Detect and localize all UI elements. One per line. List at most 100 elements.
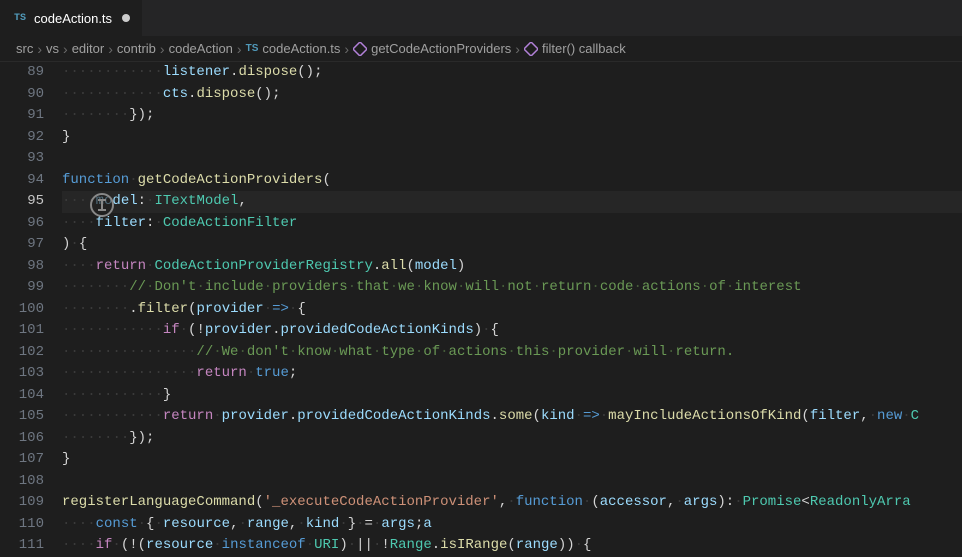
token-var: listener [163,64,230,80]
code-line[interactable]: ········}); [62,428,962,450]
token-fn: registerLanguageCommand [62,494,255,510]
code-line[interactable]: ····if·(!(resource·instanceof·URI)·||·!R… [62,535,962,554]
tab-filename: codeAction.ts [34,11,112,26]
breadcrumb-item[interactable]: vs [46,41,59,56]
code-line[interactable]: ············return·provider.providedCode… [62,406,962,428]
breadcrumb-item[interactable]: getCodeActionProviders [353,41,511,56]
breadcrumb-item[interactable]: editor [72,41,105,56]
token-ws: ···· [62,516,96,532]
token-ws: ················ [62,344,196,360]
token-var: providedCodeActionKinds [280,322,473,338]
token-fn: getCodeActionProviders [138,172,323,188]
token-p: ( [533,408,541,424]
code-line[interactable]: ············cts.dispose(); [62,84,962,106]
line-number: 92 [0,127,44,149]
code-line[interactable]: ················return·true; [62,363,962,385]
token-p: ,· [230,516,247,532]
breadcrumb-label: codeAction [169,41,233,56]
token-p: } [62,129,70,145]
code-line[interactable] [62,471,962,493]
modified-indicator-icon [122,14,130,22]
token-p: ,· [289,516,306,532]
code-line[interactable]: ····return·CodeActionProviderRegistry.al… [62,256,962,278]
token-kw: ·instanceof· [213,537,314,553]
token-ws: ················ [62,365,196,381]
token-p: ( [801,408,809,424]
line-number: 95 [0,191,44,213]
code-line[interactable]: registerLanguageCommand('_executeCodeAct… [62,492,962,514]
line-number: 104 [0,385,44,407]
line-number: 106 [0,428,44,450]
token-type: Range [390,537,432,553]
token-type: ITextModel [154,193,238,209]
code-line[interactable]: ····filter:·CodeActionFilter [62,213,962,235]
chevron-right-icon: › [37,41,42,57]
code-line[interactable]: function·getCodeActionProviders( [62,170,962,192]
line-number: 91 [0,105,44,127]
token-kw: new· [877,408,911,424]
code-line[interactable]: ············if·(!provider.providedCodeAc… [62,320,962,342]
token-type: URI [314,537,339,553]
token-p: , [238,193,246,209]
token-ctrl: if· [163,322,188,338]
token-p: ·}·=· [339,516,381,532]
tab-bar: TS codeAction.ts [0,0,962,36]
token-p: (! [188,322,205,338]
code-line[interactable]: } [62,127,962,149]
token-p: ············} [62,387,171,403]
token-type: Promise [743,494,802,510]
token-fn: dispose [238,64,297,80]
token-var: kind [306,516,340,532]
line-number: 97 [0,234,44,256]
code-line[interactable]: ········}); [62,105,962,127]
code-line[interactable]: )·{ [62,234,962,256]
breadcrumb-item[interactable]: codeAction [169,41,233,56]
code-line[interactable]: ············listener.dispose(); [62,62,962,84]
token-kw: ·=>· [264,301,298,317]
token-p: . [491,408,499,424]
code-area[interactable]: ············listener.dispose();·········… [62,62,962,554]
token-p: ········}); [62,430,154,446]
editor[interactable]: 8990919293949596979899100101102103104105… [0,62,962,554]
breadcrumb-label: vs [46,41,59,56]
token-p: )·{ [474,322,499,338]
token-type: CodeActionProviderRegistry [154,258,372,274]
token-ws: ············ [62,86,163,102]
line-number: 105 [0,406,44,428]
code-line[interactable]: ············} [62,385,962,407]
token-ws: ···· [62,215,96,231]
token-fn: isIRange [440,537,507,553]
code-line[interactable]: ········//·Don't·include·providers·that·… [62,277,962,299]
token-p: ,· [499,494,516,510]
chevron-right-icon: › [160,41,165,57]
text-cursor-icon [90,193,114,217]
token-kw: function· [62,172,138,188]
code-line[interactable]: } [62,449,962,471]
chevron-right-icon: › [237,41,242,57]
token-p: ,· [860,408,877,424]
code-line[interactable] [62,148,962,170]
token-var: args [381,516,415,532]
typescript-icon: TS [12,10,28,26]
token-ws: ···· [62,537,96,553]
token-kw: ·=>· [575,408,609,424]
token-p: ( [322,172,330,188]
code-line[interactable]: ····model:·ITextModel, [62,191,962,213]
breadcrumb-item[interactable]: TScodeAction.ts [246,41,341,56]
breadcrumbs[interactable]: src›vs›editor›contrib›codeAction›TScodeA… [0,36,962,62]
code-line[interactable]: ····const·{·resource,·range,·kind·}·=·ar… [62,514,962,536]
chevron-right-icon: › [344,41,349,57]
line-number: 99 [0,277,44,299]
editor-tab[interactable]: TS codeAction.ts [0,0,143,36]
breadcrumb-label: getCodeActionProviders [371,41,511,56]
code-line[interactable]: ········.filter(provider·=>·{ [62,299,962,321]
line-number: 90 [0,84,44,106]
token-p: :· [138,193,155,209]
breadcrumb-item[interactable]: filter() callback [524,41,626,56]
breadcrumb-item[interactable]: contrib [117,41,156,56]
code-line[interactable]: ················//·We·don't·know·what·ty… [62,342,962,364]
line-number: 93 [0,148,44,170]
token-p: ):· [717,494,742,510]
breadcrumb-item[interactable]: src [16,41,33,56]
token-str: '_executeCodeActionProvider' [264,494,499,510]
